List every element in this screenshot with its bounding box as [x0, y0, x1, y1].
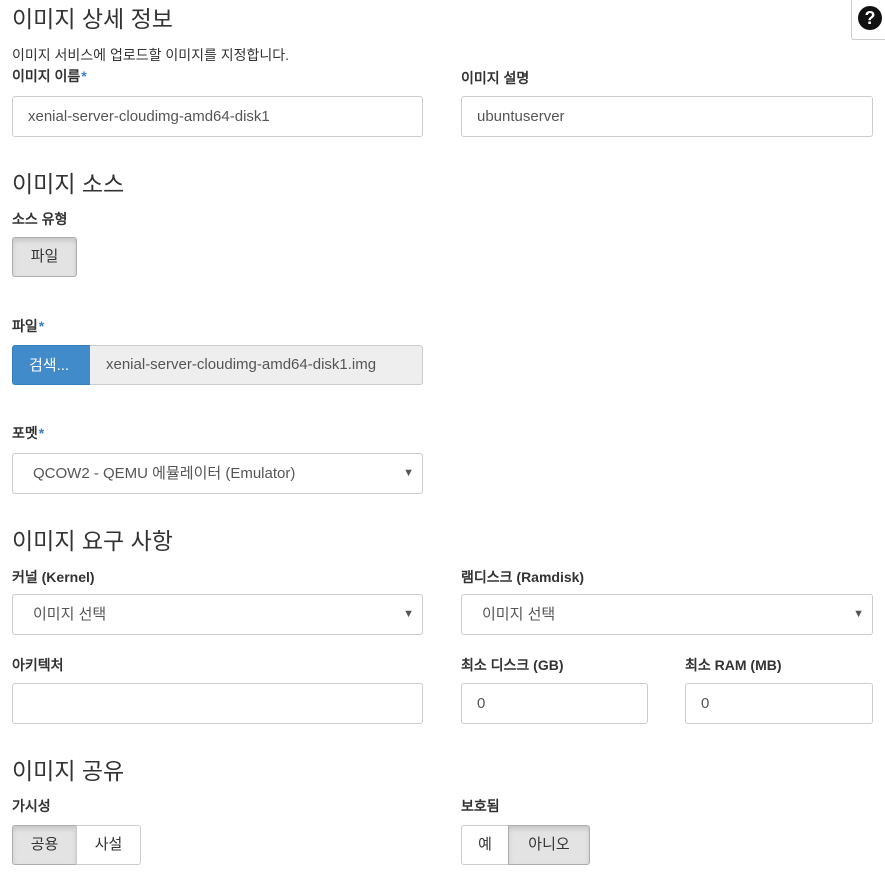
details-description: 이미지 서비스에 업로드할 이미지를 지정합니다. [12, 47, 290, 63]
file-label: 파일* [12, 318, 45, 334]
visibility-public-button[interactable]: 공용 [12, 825, 77, 865]
caret-down-icon: ▼ [403, 467, 414, 479]
required-mark: * [38, 318, 45, 334]
image-name-input[interactable]: xenial-server-cloudimg-amd64-disk1 [12, 96, 423, 137]
protected-yes-button[interactable]: 예 [461, 825, 509, 865]
required-mark: * [81, 68, 87, 84]
section-title-sharing: 이미지 공유 [12, 758, 125, 784]
protected-no-button[interactable]: 아니오 [508, 825, 590, 865]
architecture-label: 아키텍처 [12, 657, 64, 673]
ramdisk-label: 램디스크 (Ramdisk) [461, 569, 585, 585]
section-title-requirements: 이미지 요구 사항 [12, 528, 173, 554]
help-button[interactable]: ? [851, 0, 885, 40]
source-type-label: 소스 유형 [12, 211, 68, 227]
kernel-select-value: 이미지 선택 [33, 606, 107, 623]
ramdisk-select-value: 이미지 선택 [482, 606, 556, 623]
format-select-value: QCOW2 - QEMU 에뮬레이터 (Emulator) [33, 465, 296, 482]
min-disk-input[interactable]: 0 [461, 683, 648, 724]
image-description-input[interactable]: ubuntuserver [461, 96, 873, 137]
caret-down-icon: ▼ [403, 608, 414, 620]
image-description-label: 이미지 설명 [461, 70, 530, 86]
format-label: 포멧* [12, 425, 45, 441]
section-title-source: 이미지 소스 [12, 171, 125, 197]
kernel-label: 커널 (Kernel) [12, 569, 95, 585]
visibility-label: 가시성 [12, 798, 51, 814]
section-title-details: 이미지 상세 정보 [12, 6, 173, 32]
file-name-display: xenial-server-cloudimg-amd64-disk1.img [90, 345, 423, 385]
min-ram-input[interactable]: 0 [685, 683, 873, 724]
source-type-file-button[interactable]: 파일 [12, 237, 77, 277]
protected-label: 보호됨 [461, 798, 500, 814]
visibility-private-button[interactable]: 사설 [76, 825, 141, 865]
ramdisk-select[interactable]: 이미지 선택 ▼ [461, 594, 873, 635]
svg-text:?: ? [865, 8, 876, 28]
format-select[interactable]: QCOW2 - QEMU 에뮬레이터 (Emulator) ▼ [12, 453, 423, 494]
min-disk-label: 최소 디스크 (GB) [461, 657, 564, 673]
caret-down-icon: ▼ [853, 608, 864, 620]
architecture-input[interactable] [12, 683, 423, 724]
min-ram-label: 최소 RAM (MB) [685, 657, 782, 673]
browse-button[interactable]: 검색... [12, 345, 91, 385]
kernel-select[interactable]: 이미지 선택 ▼ [12, 594, 423, 635]
image-name-label: 이미지 이름* [12, 68, 87, 84]
required-mark: * [38, 425, 45, 441]
help-icon: ? [858, 6, 882, 30]
